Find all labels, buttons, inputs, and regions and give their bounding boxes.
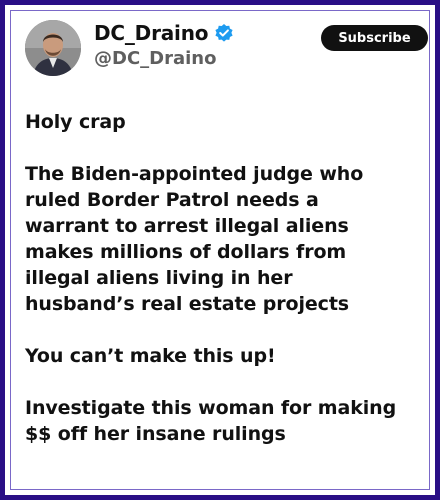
tweet-line: $$ off her insane rulings [25,423,286,445]
tweet-line: makes millions of dollars from [25,241,347,263]
tweet-line: husband’s real estate projects [25,293,350,315]
tweet-line: The Biden-appointed judge who [25,163,364,185]
tweet-text: Holy crap The Biden-appointed judge who … [25,109,435,447]
tweet-line: Holy crap [25,111,126,133]
subscribe-button[interactable]: Subscribe [321,25,428,51]
tweet-line: illegal aliens living in her [25,267,293,289]
avatar[interactable] [25,20,81,76]
tweet-paragraph: You can’t make this up! [25,343,435,369]
tweet-paragraph: The Biden-appointed judge who ruled Bord… [25,161,435,317]
tweet-frame: DC_Draino @DC_Draino Subscribe Holy crap… [0,0,440,500]
verified-badge-icon [214,23,234,43]
user-handle[interactable]: @DC_Draino [94,50,216,68]
author-name-row: DC_Draino [94,23,234,43]
tweet-paragraph: Holy crap [25,109,435,135]
tweet-line: You can’t make this up! [25,345,276,367]
tweet-line: warrant to arrest illegal aliens [25,215,349,237]
tweet-line: Investigate this woman for making [25,397,397,419]
display-name[interactable]: DC_Draino [94,23,208,43]
tweet-line: ruled Border Patrol needs a [25,189,319,211]
tweet-card: DC_Draino @DC_Draino Subscribe Holy crap… [10,10,430,490]
tweet-paragraph: Investigate this woman for making $$ off… [25,395,435,447]
